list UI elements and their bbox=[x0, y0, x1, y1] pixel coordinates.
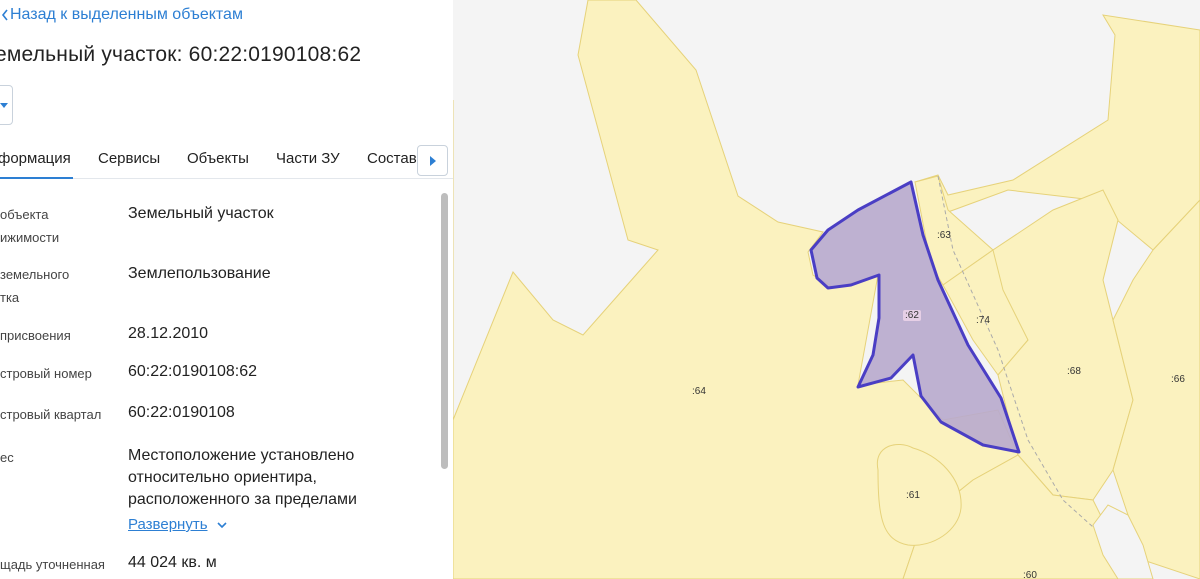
attr-label: тка bbox=[0, 290, 20, 305]
plot-label: :61 bbox=[906, 490, 920, 501]
attr-label: ижимости bbox=[0, 230, 60, 245]
plot-label: :63 bbox=[937, 230, 951, 241]
expand-address-link[interactable]: Развернуть bbox=[128, 516, 228, 533]
back-link-label: Назад к выделенным объектам bbox=[10, 6, 243, 23]
plot-label: :66 bbox=[1171, 374, 1185, 385]
chevron-left-icon bbox=[1, 9, 8, 21]
attr-label: стровый квартал bbox=[0, 407, 102, 422]
plot-label: :68 bbox=[1067, 366, 1081, 377]
tab-information[interactable]: формация bbox=[0, 150, 73, 179]
plot-label: :74 bbox=[976, 315, 990, 326]
attr-value-object-type: Земельный участок bbox=[128, 205, 274, 222]
scrollbar-thumb[interactable] bbox=[441, 193, 448, 469]
actions-dropdown-button[interactable] bbox=[0, 85, 13, 125]
plot-label: :60 bbox=[1023, 570, 1037, 579]
tab-bar: формация Сервисы Объекты Части ЗУ Состав bbox=[0, 140, 453, 179]
tabs-scroll-right-button[interactable] bbox=[417, 145, 448, 176]
tab-composition[interactable]: Состав bbox=[367, 150, 417, 179]
attr-label: присвоения bbox=[0, 328, 71, 343]
map-canvas[interactable] bbox=[453, 0, 1200, 579]
attr-label: земельного bbox=[0, 267, 70, 282]
attr-value-parcel-type: Землепользование bbox=[128, 265, 271, 282]
back-to-selected-link[interactable]: Назад к выделенным объектам bbox=[0, 5, 243, 25]
attr-value-area: 44 024 кв. м bbox=[128, 554, 217, 571]
info-panel: Назад к выделенным объектам емельный уча… bbox=[0, 0, 453, 579]
tab-parts[interactable]: Части ЗУ bbox=[276, 150, 340, 179]
expand-label: Развернуть bbox=[128, 516, 208, 533]
attr-value-address-line: относительно ориентира, bbox=[128, 469, 317, 486]
plot-label: :64 bbox=[692, 386, 706, 397]
plot-label-selected: :62 bbox=[903, 310, 921, 321]
chevron-down-icon bbox=[216, 521, 227, 528]
app-window: Назад к выделенным объектам емельный уча… bbox=[0, 0, 1200, 579]
attributes-list: объекта ижимости Земельный участок земел… bbox=[0, 180, 440, 579]
attr-value-cadastral-number: 60:22:0190108:62 bbox=[128, 363, 258, 380]
attr-value-address-line: Местоположение установлено bbox=[128, 447, 355, 464]
attr-label: объекта bbox=[0, 207, 49, 222]
attr-value-assignment-date: 28.12.2010 bbox=[128, 325, 209, 342]
attr-value-cadastral-quarter: 60:22:0190108 bbox=[128, 404, 235, 421]
tab-objects[interactable]: Объекты bbox=[187, 150, 249, 179]
chevron-down-icon bbox=[0, 103, 8, 108]
attr-value-address-line: расположенного за пределами bbox=[128, 491, 357, 508]
attr-label: щадь уточненная bbox=[0, 557, 105, 572]
page-title: емельный участок: 60:22:0190108:62 bbox=[0, 43, 362, 66]
tab-services[interactable]: Сервисы bbox=[98, 150, 160, 179]
attr-label: ес bbox=[0, 450, 14, 465]
attr-label: стровый номер bbox=[0, 366, 92, 381]
chevron-right-icon bbox=[430, 156, 436, 166]
cadastral-map[interactable]: :63 :62 :74 :68 :66 :64 :61 :60 bbox=[453, 0, 1200, 579]
